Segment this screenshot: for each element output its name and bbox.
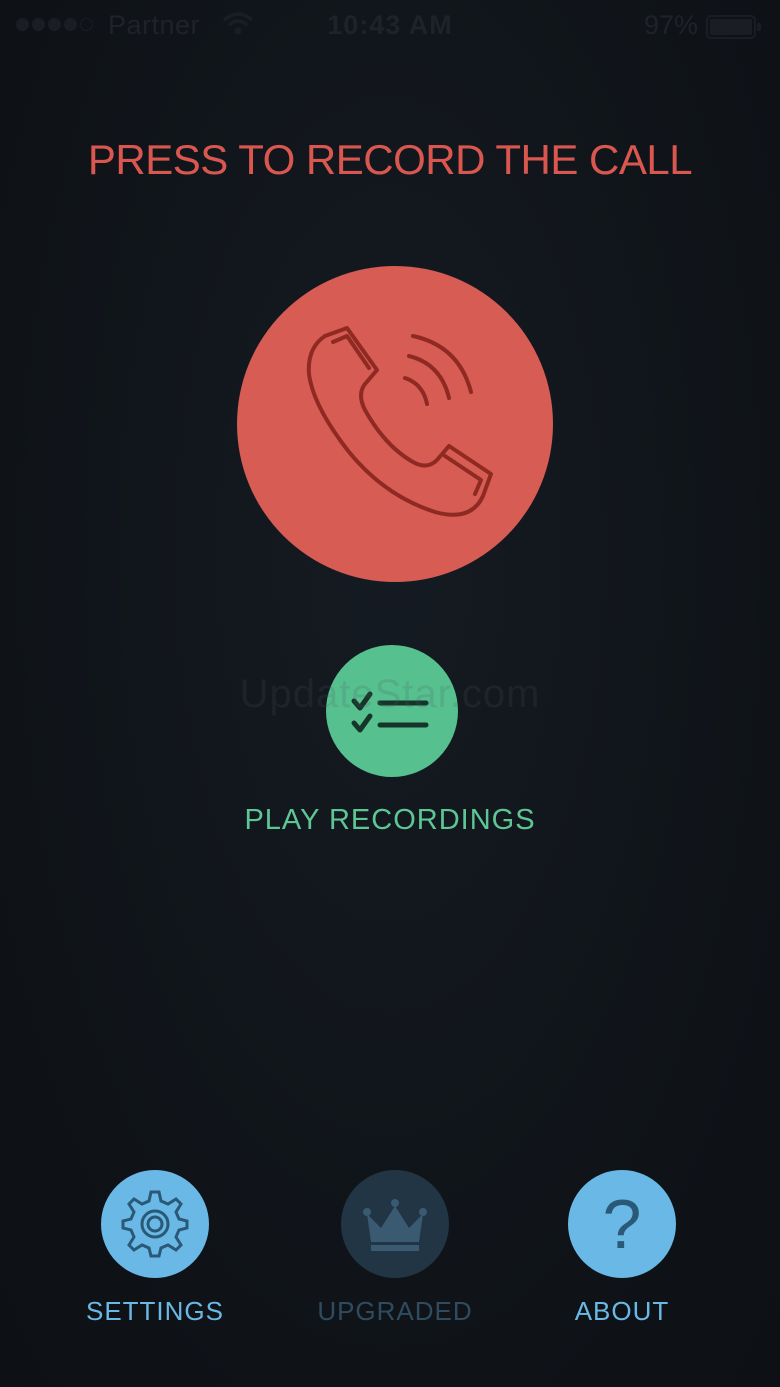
battery-percent: 97% — [643, 10, 698, 40]
crown-icon — [363, 1199, 427, 1251]
settings-label[interactable]: SETTINGS — [45, 1296, 265, 1327]
status-bar: Partner 10:43 AM 97% — [0, 0, 780, 54]
checklist-icon — [351, 691, 429, 733]
play-recordings-label[interactable]: PLAY RECORDINGS — [0, 804, 780, 837]
gear-icon — [121, 1190, 189, 1258]
about-label[interactable]: ABOUT — [512, 1296, 732, 1327]
settings-button[interactable] — [101, 1170, 209, 1278]
phone-ringing-icon — [306, 326, 493, 517]
record-call-button[interactable] — [237, 266, 553, 582]
record-instruction-title: PRESS TO RECORD THE CALL — [87, 136, 693, 183]
question-icon: ? — [602, 1185, 642, 1263]
battery-icon — [706, 15, 761, 39]
about-button[interactable]: ? — [568, 1170, 676, 1278]
play-recordings-button[interactable] — [326, 645, 458, 777]
upgraded-label[interactable]: UPGRADED — [285, 1296, 505, 1327]
upgraded-button[interactable] — [341, 1170, 449, 1278]
